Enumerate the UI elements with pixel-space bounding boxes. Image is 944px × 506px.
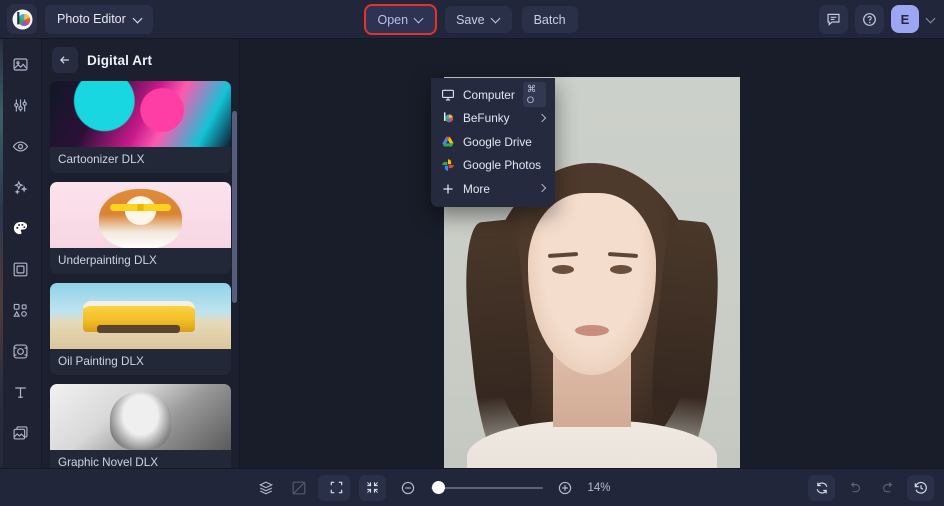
plus-icon: [440, 181, 455, 196]
effects-panel: Digital Art Cartoonizer DLX Underpaintin…: [42, 39, 240, 468]
zoom-out-icon[interactable]: [395, 475, 422, 501]
menu-item-google-photos[interactable]: Google Photos: [431, 154, 555, 178]
effect-thumbnail: [50, 384, 231, 450]
menu-item-befunky[interactable]: BeFunky: [431, 107, 555, 131]
header-left: Photo Editor: [0, 4, 153, 34]
avatar-initial: E: [900, 11, 910, 27]
befunky-logo[interactable]: [7, 4, 37, 34]
chevron-right-icon: [539, 185, 546, 192]
befunky-icon: [440, 111, 455, 126]
effect-label: Cartoonizer DLX: [58, 153, 145, 166]
canvas-area[interactable]: [240, 39, 944, 506]
help-icon[interactable]: [855, 4, 884, 34]
feedback-icon[interactable]: [819, 4, 848, 34]
batch-button-label: Batch: [533, 12, 566, 27]
redo-icon[interactable]: [874, 475, 901, 501]
rail-item-artsy[interactable]: [6, 215, 36, 241]
photo-eye-right: [610, 265, 632, 274]
panel-title: Digital Art: [87, 52, 153, 68]
layers-icon[interactable]: [252, 475, 279, 501]
batch-button[interactable]: Batch: [521, 6, 578, 33]
open-dropdown-menu: Computer ⌘ O BeFunky Google Drive Google…: [431, 78, 555, 207]
rail-item-textures[interactable]: [6, 420, 36, 446]
menu-item-google-drive[interactable]: Google Drive: [431, 130, 555, 154]
back-arrow-icon[interactable]: [52, 47, 78, 73]
photo-eye-left: [552, 265, 574, 274]
editor-body: Digital Art Cartoonizer DLX Underpaintin…: [0, 39, 944, 506]
undo-icon[interactable]: [841, 475, 868, 501]
zoom-slider[interactable]: [430, 481, 543, 495]
effect-label: Graphic Novel DLX: [58, 456, 159, 468]
rail-item-text[interactable]: [6, 379, 36, 405]
zoom-in-icon[interactable]: [552, 475, 579, 501]
effect-underpainting-dlx[interactable]: Underpainting DLX: [50, 182, 231, 274]
zoom-slider-track: [430, 486, 543, 489]
reset-icon[interactable]: [808, 474, 835, 501]
open-button-label: Open: [377, 12, 409, 27]
computer-icon: [440, 87, 455, 102]
effect-cartoonizer-dlx[interactable]: Cartoonizer DLX: [50, 81, 231, 173]
header-right: E: [819, 4, 944, 34]
effect-thumbnail: [50, 81, 231, 147]
save-button[interactable]: Save: [445, 6, 512, 33]
top-header: Photo Editor Open Save Batch E: [0, 0, 944, 39]
rail-item-overlays[interactable]: [6, 338, 36, 364]
rail-item-touch-up[interactable]: [6, 133, 36, 159]
effect-label: Oil Painting DLX: [58, 355, 144, 368]
chevron-down-icon[interactable]: [927, 15, 936, 24]
google-photos-icon: [440, 158, 455, 173]
chevron-right-icon: [539, 115, 546, 122]
zoom-slider-handle[interactable]: [432, 481, 446, 494]
panel-header: Digital Art: [42, 39, 239, 81]
bottom-toolbar: 14%: [0, 468, 944, 506]
rail-item-graphics[interactable]: [6, 297, 36, 323]
compare-icon[interactable]: [285, 475, 312, 501]
menu-item-label: Computer: [463, 87, 515, 102]
photo-lips: [575, 325, 609, 336]
effect-label: Underpainting DLX: [58, 254, 157, 267]
fit-to-screen-icon[interactable]: [358, 474, 386, 501]
footer-left: [0, 474, 345, 501]
rail-item-effects[interactable]: [6, 174, 36, 200]
product-selector[interactable]: Photo Editor: [45, 4, 153, 34]
photo-editor-app: Photo Editor Open Save Batch E Digital A…: [0, 0, 944, 506]
google-drive-icon: [440, 134, 455, 149]
panel-scrollbar[interactable]: [232, 111, 237, 303]
save-button-label: Save: [456, 12, 485, 27]
zoom-level-value: 14%: [587, 481, 611, 494]
effect-thumbnail: [50, 283, 231, 349]
product-label: Photo Editor: [57, 12, 126, 26]
menu-item-shortcut: ⌘ O: [522, 82, 546, 108]
menu-item-label: Google Photos: [463, 158, 542, 173]
open-button[interactable]: Open: [366, 6, 436, 33]
avatar[interactable]: E: [891, 5, 919, 33]
menu-item-computer[interactable]: Computer ⌘ O: [431, 82, 555, 108]
tool-rail: [0, 39, 42, 468]
effect-graphic-novel-dlx[interactable]: Graphic Novel DLX: [50, 384, 231, 468]
menu-item-label: BeFunky: [463, 111, 510, 126]
rail-item-image[interactable]: [6, 51, 36, 77]
chevron-down-icon: [415, 15, 424, 24]
rail-item-frames[interactable]: [6, 256, 36, 282]
menu-item-label: More: [463, 181, 490, 196]
rail-item-edit[interactable]: [6, 92, 36, 118]
footer-right: [808, 474, 944, 501]
menu-item-more[interactable]: More: [431, 177, 555, 201]
menu-item-label: Google Drive: [463, 134, 532, 149]
chevron-down-icon: [134, 15, 143, 24]
fullscreen-icon[interactable]: [322, 474, 350, 501]
effect-oil-painting-dlx[interactable]: Oil Painting DLX: [50, 283, 231, 375]
chevron-down-icon: [492, 15, 501, 24]
history-icon[interactable]: [907, 474, 934, 501]
effects-list[interactable]: Cartoonizer DLX Underpainting DLX Oil Pa…: [42, 81, 239, 468]
effect-thumbnail: [50, 182, 231, 248]
